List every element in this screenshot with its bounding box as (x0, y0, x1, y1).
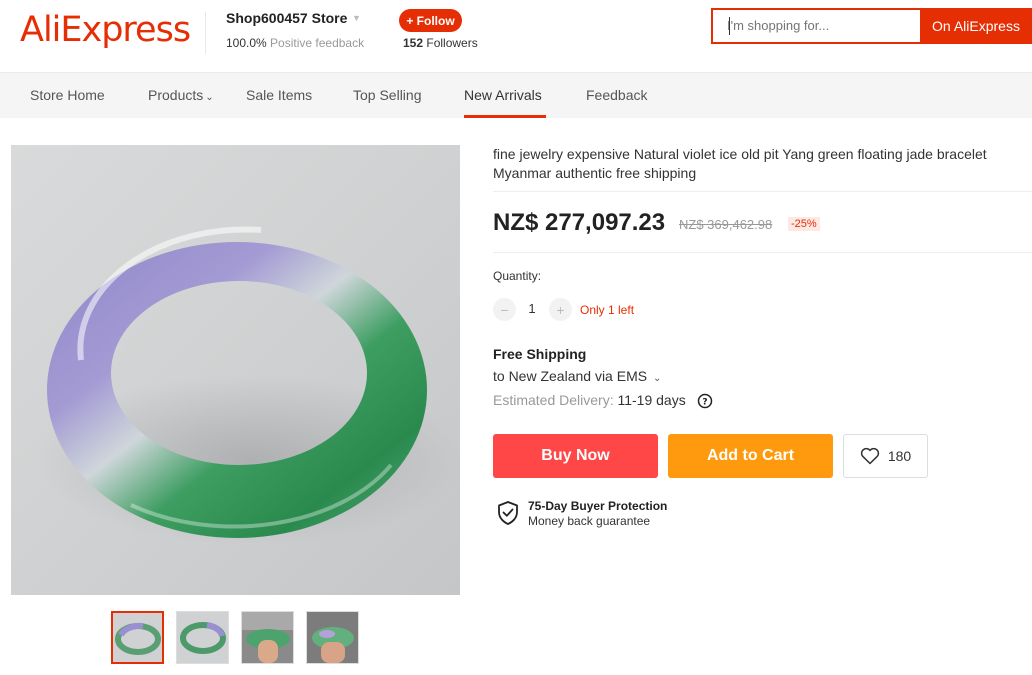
delivery-days: 11-19 days (617, 392, 686, 408)
wishlist-count: 180 (887, 448, 912, 464)
shipping-title: Free Shipping (493, 346, 587, 362)
product-main-image[interactable] (11, 145, 460, 595)
chevron-down-icon: ⌄ (652, 373, 662, 384)
header: AliExpress Shop600457 Store ▼ 100.0% Pos… (0, 0, 1032, 72)
thumbnail-1[interactable] (111, 611, 164, 664)
buy-now-button[interactable]: Buy Now (493, 434, 658, 478)
nav-top-selling[interactable]: Top Selling (353, 87, 422, 103)
chevron-down-icon[interactable]: ▼ (352, 13, 361, 23)
buyer-protection-title: 75-Day Buyer Protection (528, 499, 668, 513)
text-cursor (729, 17, 730, 35)
nav-products-label: Products (148, 87, 204, 103)
stock-note: Only 1 left (580, 303, 635, 317)
search-button[interactable]: On AliExpress (920, 8, 1032, 44)
divider (493, 191, 1032, 192)
quantity-value[interactable]: 1 (524, 301, 540, 316)
estimated-delivery: Estimated Delivery: 11-19 days (493, 392, 686, 408)
nav-new-arrivals[interactable]: New Arrivals (464, 87, 542, 103)
wishlist-button[interactable]: 180 (843, 434, 928, 478)
active-tab-indicator (464, 115, 546, 118)
jade-bangle-image (36, 226, 460, 545)
add-to-cart-button[interactable]: Add to Cart (668, 434, 833, 478)
nav-store-home[interactable]: Store Home (30, 87, 105, 103)
search-box[interactable] (711, 8, 921, 44)
nav-products[interactable]: Products ⌄ (148, 87, 214, 103)
shipping-destination[interactable]: to New Zealand via EMS ⌄ (493, 368, 661, 384)
thumbnail-3[interactable] (241, 611, 294, 664)
search-input[interactable] (727, 18, 907, 33)
aliexpress-logo[interactable]: AliExpress (20, 10, 191, 50)
header-divider (205, 12, 206, 54)
chevron-down-icon: ⌄ (205, 92, 214, 103)
divider (493, 252, 1032, 253)
product-title: fine jewelry expensive Natural violet ic… (493, 146, 987, 181)
feedback-label: Positive feedback (270, 36, 365, 50)
nav-feedback[interactable]: Feedback (586, 87, 647, 103)
followers-label: Followers (426, 36, 478, 50)
follow-button[interactable]: + Follow (399, 9, 462, 32)
store-feedback: 100.0% Positive feedback (226, 36, 364, 50)
original-price: NZ$ 369,462.98 (679, 217, 773, 232)
product-price: NZ$ 277,097.23 (493, 209, 666, 236)
plus-icon[interactable]: + (549, 298, 572, 321)
discount-badge: -25% (788, 217, 820, 231)
store-nav: Store Home Products ⌄ Sale Items Top Sell… (0, 72, 1032, 118)
thumbnail-2[interactable] (176, 611, 229, 664)
followers: 152 Followers (403, 36, 478, 50)
store-name[interactable]: Shop600457 Store (226, 10, 347, 26)
svg-text:?: ? (702, 398, 707, 408)
quantity-label: Quantity: (493, 269, 542, 283)
buyer-protection-subtitle: Money back guarantee (528, 514, 651, 528)
nav-sale-items[interactable]: Sale Items (246, 87, 312, 103)
feedback-percent: 100.0% (226, 36, 267, 50)
thumbnail-4[interactable] (306, 611, 359, 664)
heart-icon (860, 447, 879, 465)
help-circle-icon[interactable]: ? (697, 393, 713, 409)
shield-check-icon (498, 501, 518, 525)
delivery-label: Estimated Delivery: (493, 392, 614, 408)
shipping-destination-label: to New Zealand via EMS (493, 368, 648, 384)
minus-icon[interactable]: − (493, 298, 516, 321)
followers-count: 152 (403, 36, 424, 50)
